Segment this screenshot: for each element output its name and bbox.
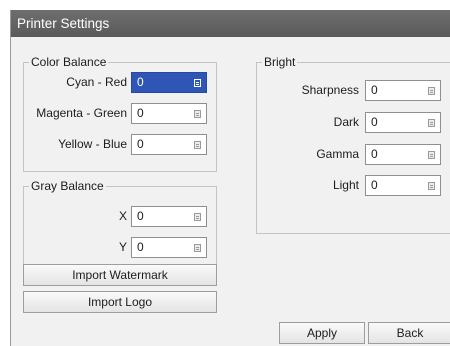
spin-arrows-icon[interactable]: [194, 79, 201, 87]
color-balance-title: Color Balance: [29, 55, 109, 69]
y-spinbox[interactable]: 0: [131, 237, 207, 258]
window-title: Printer Settings: [11, 10, 450, 37]
x-value: 0: [137, 209, 144, 223]
light-spinbox[interactable]: 0: [365, 175, 441, 196]
yellow-blue-label: Yellow - Blue: [58, 137, 127, 151]
gamma-value: 0: [371, 147, 378, 161]
spin-arrows-icon[interactable]: [194, 213, 201, 221]
magenta-green-label: Magenta - Green: [36, 106, 127, 120]
dark-label: Dark: [333, 115, 359, 129]
x-spinbox[interactable]: 0: [131, 206, 207, 227]
gamma-label: Gamma: [316, 147, 359, 161]
cyan-red-spinbox[interactable]: 0: [131, 72, 207, 93]
sharpness-label: Sharpness: [301, 83, 359, 97]
sharpness-value: 0: [371, 83, 378, 97]
y-label: Y: [118, 240, 127, 254]
cyan-red-label: Cyan - Red: [66, 75, 127, 89]
spin-arrows-icon[interactable]: [428, 151, 435, 159]
spin-arrows-icon[interactable]: [428, 119, 435, 127]
spin-arrows-icon[interactable]: [194, 244, 201, 252]
spin-arrows-icon[interactable]: [428, 182, 435, 190]
gamma-spinbox[interactable]: 0: [365, 144, 441, 165]
gray-balance-title: Gray Balance: [29, 179, 106, 193]
light-label: Light: [332, 178, 359, 192]
y-value: 0: [137, 240, 144, 254]
spin-arrows-icon[interactable]: [428, 87, 435, 95]
color-balance-group: Color Balance Cyan - Red 0 Magenta - Gre…: [23, 55, 217, 172]
dark-spinbox[interactable]: 0: [365, 112, 441, 133]
import-logo-button[interactable]: Import Logo: [23, 291, 217, 313]
printer-settings-window: Printer Settings Color Balance Cyan - Re…: [10, 10, 450, 346]
magenta-green-value: 0: [137, 106, 144, 120]
back-button[interactable]: Back: [368, 322, 450, 344]
magenta-green-spinbox[interactable]: 0: [131, 103, 207, 124]
x-label: X: [118, 209, 127, 223]
spin-arrows-icon[interactable]: [194, 141, 201, 149]
bright-title: Bright: [262, 55, 298, 69]
dark-value: 0: [371, 115, 378, 129]
bright-group: Bright Sharpness 0 Dark 0 Gamma 0 Light …: [256, 55, 450, 234]
sharpness-spinbox[interactable]: 0: [365, 80, 441, 101]
cyan-red-value: 0: [137, 75, 144, 89]
spin-arrows-icon[interactable]: [194, 110, 201, 118]
light-value: 0: [371, 178, 378, 192]
gray-balance-group: Gray Balance X 0 Y 0: [23, 179, 217, 266]
import-watermark-button[interactable]: Import Watermark: [23, 264, 217, 286]
yellow-blue-spinbox[interactable]: 0: [131, 134, 207, 155]
yellow-blue-value: 0: [137, 137, 144, 151]
apply-button[interactable]: Apply: [279, 322, 365, 344]
